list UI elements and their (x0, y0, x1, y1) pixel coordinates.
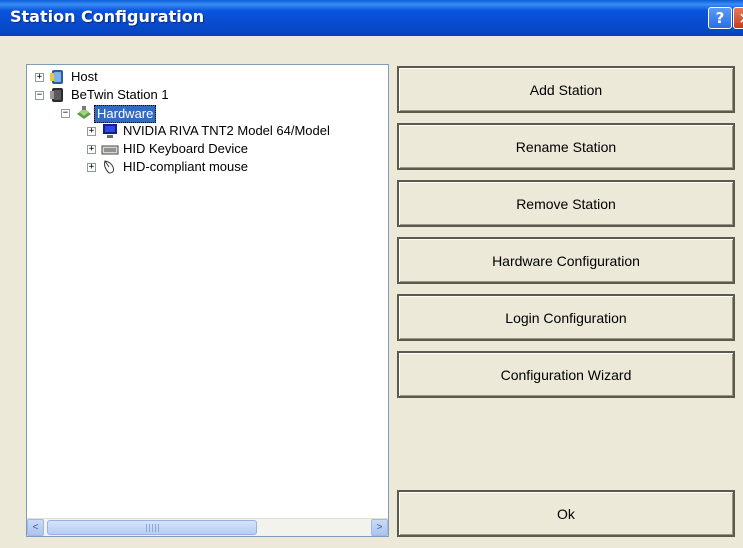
rename-station-button[interactable]: Rename Station (397, 123, 735, 170)
login-configuration-button[interactable]: Login Configuration (397, 294, 735, 341)
scroll-left-button[interactable]: < (27, 519, 44, 536)
expand-keyboard-toggle[interactable]: + (87, 145, 96, 154)
window-title: Station Configuration (10, 7, 205, 26)
tree-item-betwin-station-1[interactable]: BeTwin Station 1 (69, 87, 171, 103)
mouse-icon (104, 160, 114, 174)
tree-item-hardware[interactable]: Hardware (94, 105, 157, 123)
tree-item-hid-keyboard[interactable]: HID Keyboard Device (121, 141, 250, 157)
collapse-station-toggle[interactable]: − (35, 91, 44, 100)
scrollbar-thumb[interactable] (47, 520, 257, 535)
station-tree[interactable]: + Host − BeTwin Station 1 − Hardware + N… (26, 64, 389, 537)
horizontal-scrollbar[interactable]: < > (27, 518, 388, 536)
help-button[interactable]: ? (708, 7, 732, 29)
keyboard-icon (101, 145, 119, 155)
close-button[interactable]: ✕ (733, 7, 743, 29)
expand-mouse-toggle[interactable]: + (87, 163, 96, 172)
hidden-button-slot (397, 410, 735, 457)
title-bar[interactable]: Station Configuration ? ✕ (0, 0, 743, 36)
expand-host-toggle[interactable]: + (35, 73, 44, 82)
tree-item-host[interactable]: Host (69, 69, 100, 85)
help-icon: ? (715, 9, 725, 27)
remove-station-button[interactable]: Remove Station (397, 180, 735, 227)
monitor-icon (103, 124, 117, 138)
scrollbar-grip-icon (146, 524, 160, 532)
scroll-right-button[interactable]: > (371, 519, 388, 536)
tree-item-nvidia-display[interactable]: NVIDIA RIVA TNT2 Model 64/Model (121, 123, 332, 139)
expand-nvidia-toggle[interactable]: + (87, 127, 96, 136)
collapse-hardware-toggle[interactable]: − (61, 109, 70, 118)
hardware-configuration-button[interactable]: Hardware Configuration (397, 237, 735, 284)
close-icon: ✕ (738, 9, 743, 28)
add-station-button[interactable]: Add Station (397, 66, 735, 113)
hardware-icon (77, 106, 91, 119)
station-computer-icon (50, 88, 63, 102)
ok-button[interactable]: Ok (397, 490, 735, 537)
configuration-wizard-button[interactable]: Configuration Wizard (397, 351, 735, 398)
tree-item-hid-mouse[interactable]: HID-compliant mouse (121, 159, 250, 175)
host-computer-icon (50, 70, 63, 84)
